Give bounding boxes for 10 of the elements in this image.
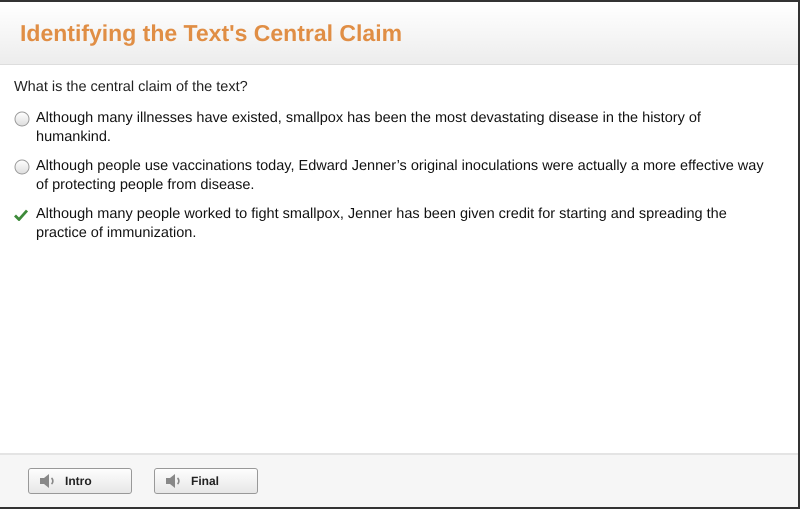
answer-option-text: Although many people worked to fight smallpox, Jenner has been given credit for starting and spreading the practice of immunization.: [36, 205, 728, 243]
check-icon[interactable]: [14, 208, 28, 220]
page-title: Identifying the Text's Central Claim: [20, 20, 402, 46]
audio-button[interactable]: Intro: [28, 468, 132, 494]
question-text: What is the central claim of the text?: [14, 79, 249, 95]
answer-option-text: Although people use vaccinations today, Edward Jenner’s original inoculations were actually a more effective way of protecting people from disease.: [36, 157, 765, 195]
answer-option-text: Although many illnesses have existed, smallpox has been the most devastating disease in the history of humankind.: [36, 109, 702, 147]
radio-button[interactable]: [14, 110, 30, 126]
radio-button[interactable]: [14, 158, 30, 174]
audio-button[interactable]: Final: [154, 468, 258, 494]
